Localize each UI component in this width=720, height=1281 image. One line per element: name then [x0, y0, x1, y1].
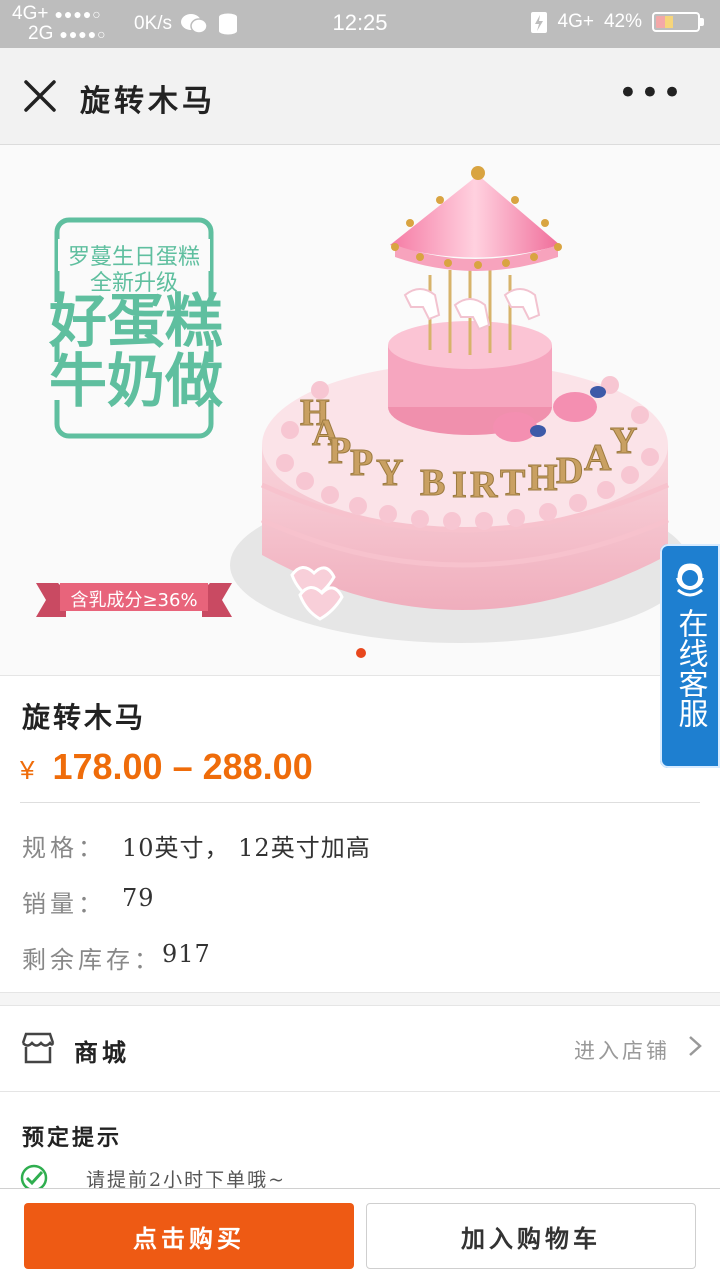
svg-text:A: A	[584, 437, 612, 479]
battery-level-fill-secondary	[665, 16, 673, 28]
add-to-cart-button[interactable]: 加入购物车	[366, 1203, 696, 1269]
chevron-right-icon	[689, 1036, 702, 1056]
svg-text:Y: Y	[376, 452, 403, 494]
promo-big2: 牛奶做	[36, 349, 236, 413]
enter-store-link[interactable]: 进入店铺	[574, 1035, 670, 1065]
headset-icon	[674, 560, 706, 597]
charging-icon	[530, 12, 547, 33]
svg-text:I: I	[452, 464, 467, 506]
ribbon-text: 含乳成分≥36%	[70, 590, 198, 611]
price-currency: ¥	[20, 755, 35, 785]
spec-row-sales: 销量： 79	[22, 884, 155, 919]
product-name: 旋转木马	[22, 701, 147, 734]
buy-now-button[interactable]: 点击购买	[24, 1203, 354, 1269]
title-bar: 旋转木马 •••	[0, 48, 720, 145]
store-icon	[21, 1032, 55, 1064]
svg-text:P: P	[328, 430, 351, 472]
svg-text:R: R	[470, 464, 498, 506]
price: ¥ 178.00 – 288.00	[20, 746, 313, 788]
section-separator	[0, 992, 720, 1006]
battery-icon	[652, 12, 704, 32]
svg-text:P: P	[350, 442, 373, 484]
spec-row-stock: 剩余库存： 917	[22, 940, 211, 975]
store-name: 商城	[74, 1038, 130, 1067]
more-icon[interactable]: •••	[618, 76, 684, 110]
store-row[interactable]: 商城 进入店铺	[0, 1005, 720, 1092]
spec-row-size: 规格： 10英寸， 12英寸加高	[22, 828, 371, 863]
battery-percent: 42%	[603, 11, 642, 32]
svg-text:D: D	[556, 450, 583, 492]
battery-level-fill	[656, 16, 665, 28]
product-image-carousel[interactable]: H A P P Y B I R T H D A Y 罗蔓生日蛋糕 全新升级 好蛋…	[0, 145, 720, 676]
spec-value: 79	[122, 884, 155, 912]
customer-service-button[interactable]: 在线客服	[660, 544, 720, 768]
status-right: 4G+ 42%	[530, 10, 704, 34]
close-icon[interactable]	[22, 78, 58, 114]
price-range: 178.00 – 288.00	[52, 746, 313, 787]
spec-value: 917	[162, 940, 211, 968]
divider	[20, 802, 700, 803]
svg-text:T: T	[500, 462, 525, 504]
status-bar: 4G+ ●●●●○ 2G ●●●●○ 0K/s 12:25 4G+ 42%	[0, 0, 720, 48]
page-title: 旋转木马	[80, 84, 216, 119]
spec-label: 规格：	[22, 834, 106, 862]
carousel-indicator-active[interactable]	[356, 648, 366, 658]
bottom-action-bar: 点击购买 加入购物车	[0, 1188, 720, 1281]
spec-value: 10英寸， 12英寸加高	[122, 834, 371, 862]
svg-text:B: B	[420, 462, 445, 504]
customer-service-label: 在线客服	[672, 608, 708, 728]
promo-big1: 好蛋糕	[36, 289, 236, 353]
spec-label: 销量：	[22, 890, 106, 918]
network-label-3: 4G+	[557, 11, 594, 32]
svg-text:Y: Y	[610, 420, 637, 462]
svg-text:H: H	[528, 457, 558, 499]
spec-label: 剩余库存：	[22, 946, 162, 974]
notice-title: 预定提示	[22, 1125, 123, 1151]
